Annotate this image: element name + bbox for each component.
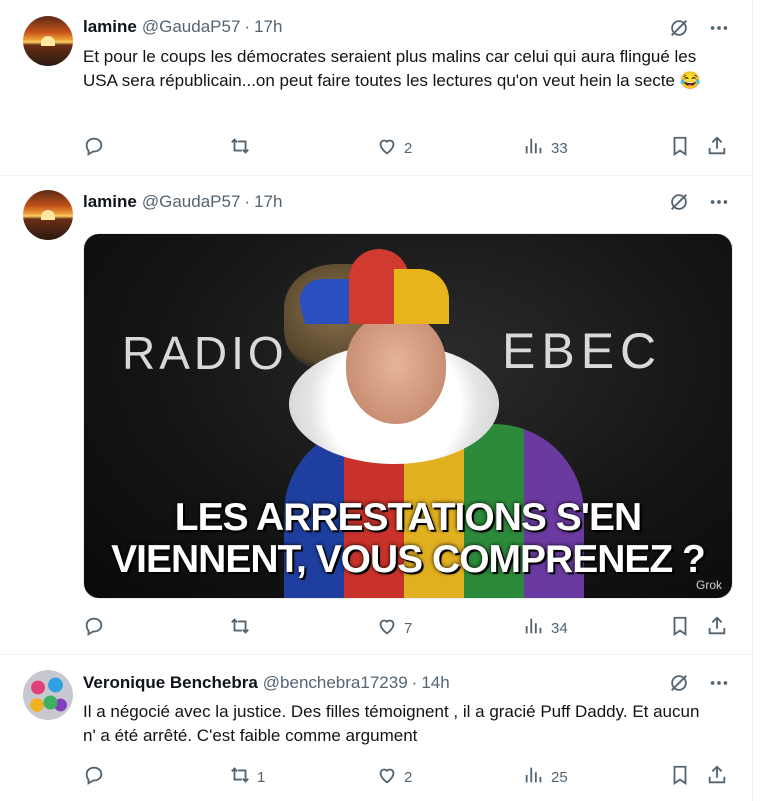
header-actions bbox=[668, 17, 730, 44]
jester-hat bbox=[292, 239, 449, 329]
reply-icon bbox=[83, 135, 105, 161]
retweet-icon bbox=[229, 135, 251, 161]
timestamp[interactable]: 14h bbox=[421, 673, 449, 693]
header-actions bbox=[668, 672, 730, 699]
grok-watermark: Grok bbox=[695, 578, 722, 592]
tweet[interactable]: lamine @GaudaP57 · 17h RADIO EBEC LES AR… bbox=[0, 176, 752, 655]
grok-icon[interactable] bbox=[668, 672, 690, 699]
tweet[interactable]: lamine @GaudaP57 · 17h Et pour le coups … bbox=[0, 0, 752, 176]
more-icon[interactable] bbox=[708, 191, 730, 218]
avatar[interactable] bbox=[23, 190, 73, 240]
like-button[interactable]: 2 bbox=[376, 765, 412, 789]
retweet-button[interactable]: 1 bbox=[229, 765, 265, 789]
tweet-actions: 1 2 25 bbox=[83, 765, 733, 789]
share-button[interactable] bbox=[706, 765, 728, 789]
avatar[interactable] bbox=[23, 670, 73, 720]
like-count: 2 bbox=[404, 768, 413, 786]
tweet-header: lamine @GaudaP57 · 17h bbox=[83, 191, 282, 213]
share-icon bbox=[706, 135, 728, 161]
share-icon bbox=[706, 615, 728, 641]
views-count: 33 bbox=[551, 139, 568, 157]
bookmark-button[interactable] bbox=[669, 765, 691, 789]
retweet-icon bbox=[229, 764, 251, 790]
reply-icon bbox=[83, 764, 105, 790]
like-icon bbox=[376, 135, 398, 161]
views-count: 25 bbox=[551, 768, 568, 786]
reply-button[interactable] bbox=[83, 136, 111, 160]
user-handle[interactable]: @benchebra17239 bbox=[263, 673, 408, 693]
views-button[interactable]: 34 bbox=[523, 616, 568, 640]
like-button[interactable]: 2 bbox=[376, 136, 412, 160]
grok-icon[interactable] bbox=[668, 191, 690, 218]
retweet-count: 1 bbox=[257, 768, 266, 786]
bookmark-icon bbox=[669, 764, 691, 790]
like-icon bbox=[376, 764, 398, 790]
views-icon bbox=[523, 615, 545, 641]
tweet-header: Veronique Benchebra @benchebra17239 · 14… bbox=[83, 672, 450, 694]
header-actions bbox=[668, 191, 730, 218]
avatar[interactable] bbox=[23, 16, 73, 66]
tweet-actions: 7 34 bbox=[83, 616, 733, 640]
user-handle[interactable]: @GaudaP57 bbox=[142, 17, 241, 37]
bookmark-icon bbox=[669, 615, 691, 641]
separator: · bbox=[244, 192, 251, 211]
timestamp[interactable]: 17h bbox=[254, 192, 282, 212]
user-handle[interactable]: @GaudaP57 bbox=[142, 192, 241, 212]
image-logo-text: EBEC bbox=[502, 323, 663, 379]
like-icon bbox=[376, 615, 398, 641]
user-name[interactable]: lamine bbox=[83, 192, 137, 212]
views-button[interactable]: 33 bbox=[523, 136, 568, 160]
like-button[interactable]: 7 bbox=[376, 616, 412, 640]
bookmark-icon bbox=[669, 135, 691, 161]
tweet-image[interactable]: RADIO EBEC LES ARRESTATIONS S'EN VIENNEN… bbox=[83, 233, 733, 599]
timestamp[interactable]: 17h bbox=[254, 17, 282, 37]
bookmark-button[interactable] bbox=[669, 136, 691, 160]
share-button[interactable] bbox=[706, 136, 728, 160]
tweet-header: lamine @GaudaP57 · 17h bbox=[83, 16, 282, 38]
more-icon[interactable] bbox=[708, 17, 730, 44]
share-icon bbox=[706, 764, 728, 790]
tweet-actions: 2 33 bbox=[83, 136, 733, 160]
user-name[interactable]: Veronique Benchebra bbox=[83, 673, 258, 693]
views-icon bbox=[523, 764, 545, 790]
image-caption-line-2: VIENNENT, VOUS COMPRENEZ ? bbox=[111, 538, 706, 581]
views-count: 34 bbox=[551, 619, 568, 637]
tweet-text: Et pour le coups les démocrates seraient… bbox=[83, 47, 701, 90]
retweet-icon bbox=[229, 615, 251, 641]
more-icon[interactable] bbox=[708, 672, 730, 699]
timeline: lamine @GaudaP57 · 17h Et pour le coups … bbox=[0, 0, 753, 801]
reply-button[interactable] bbox=[83, 765, 111, 789]
image-caption-line-1: LES ARRESTATIONS S'EN bbox=[174, 496, 642, 539]
share-button[interactable] bbox=[706, 616, 728, 640]
grok-icon[interactable] bbox=[668, 17, 690, 44]
like-count: 7 bbox=[404, 619, 413, 637]
image-logo-text: RADIO bbox=[122, 327, 288, 379]
user-name[interactable]: lamine bbox=[83, 17, 137, 37]
separator: · bbox=[244, 17, 251, 36]
reply-button[interactable] bbox=[83, 616, 111, 640]
retweet-button[interactable] bbox=[229, 136, 257, 160]
tweet-text: Il a négocié avec la justice. Des filles… bbox=[83, 702, 700, 745]
retweet-button[interactable] bbox=[229, 616, 257, 640]
tweet[interactable]: Veronique Benchebra @benchebra17239 · 14… bbox=[0, 655, 752, 801]
face bbox=[346, 314, 446, 424]
separator: · bbox=[411, 673, 418, 692]
bookmark-button[interactable] bbox=[669, 616, 691, 640]
like-count: 2 bbox=[404, 139, 413, 157]
views-icon bbox=[523, 135, 545, 161]
views-button[interactable]: 25 bbox=[523, 765, 568, 789]
reply-icon bbox=[83, 615, 105, 641]
